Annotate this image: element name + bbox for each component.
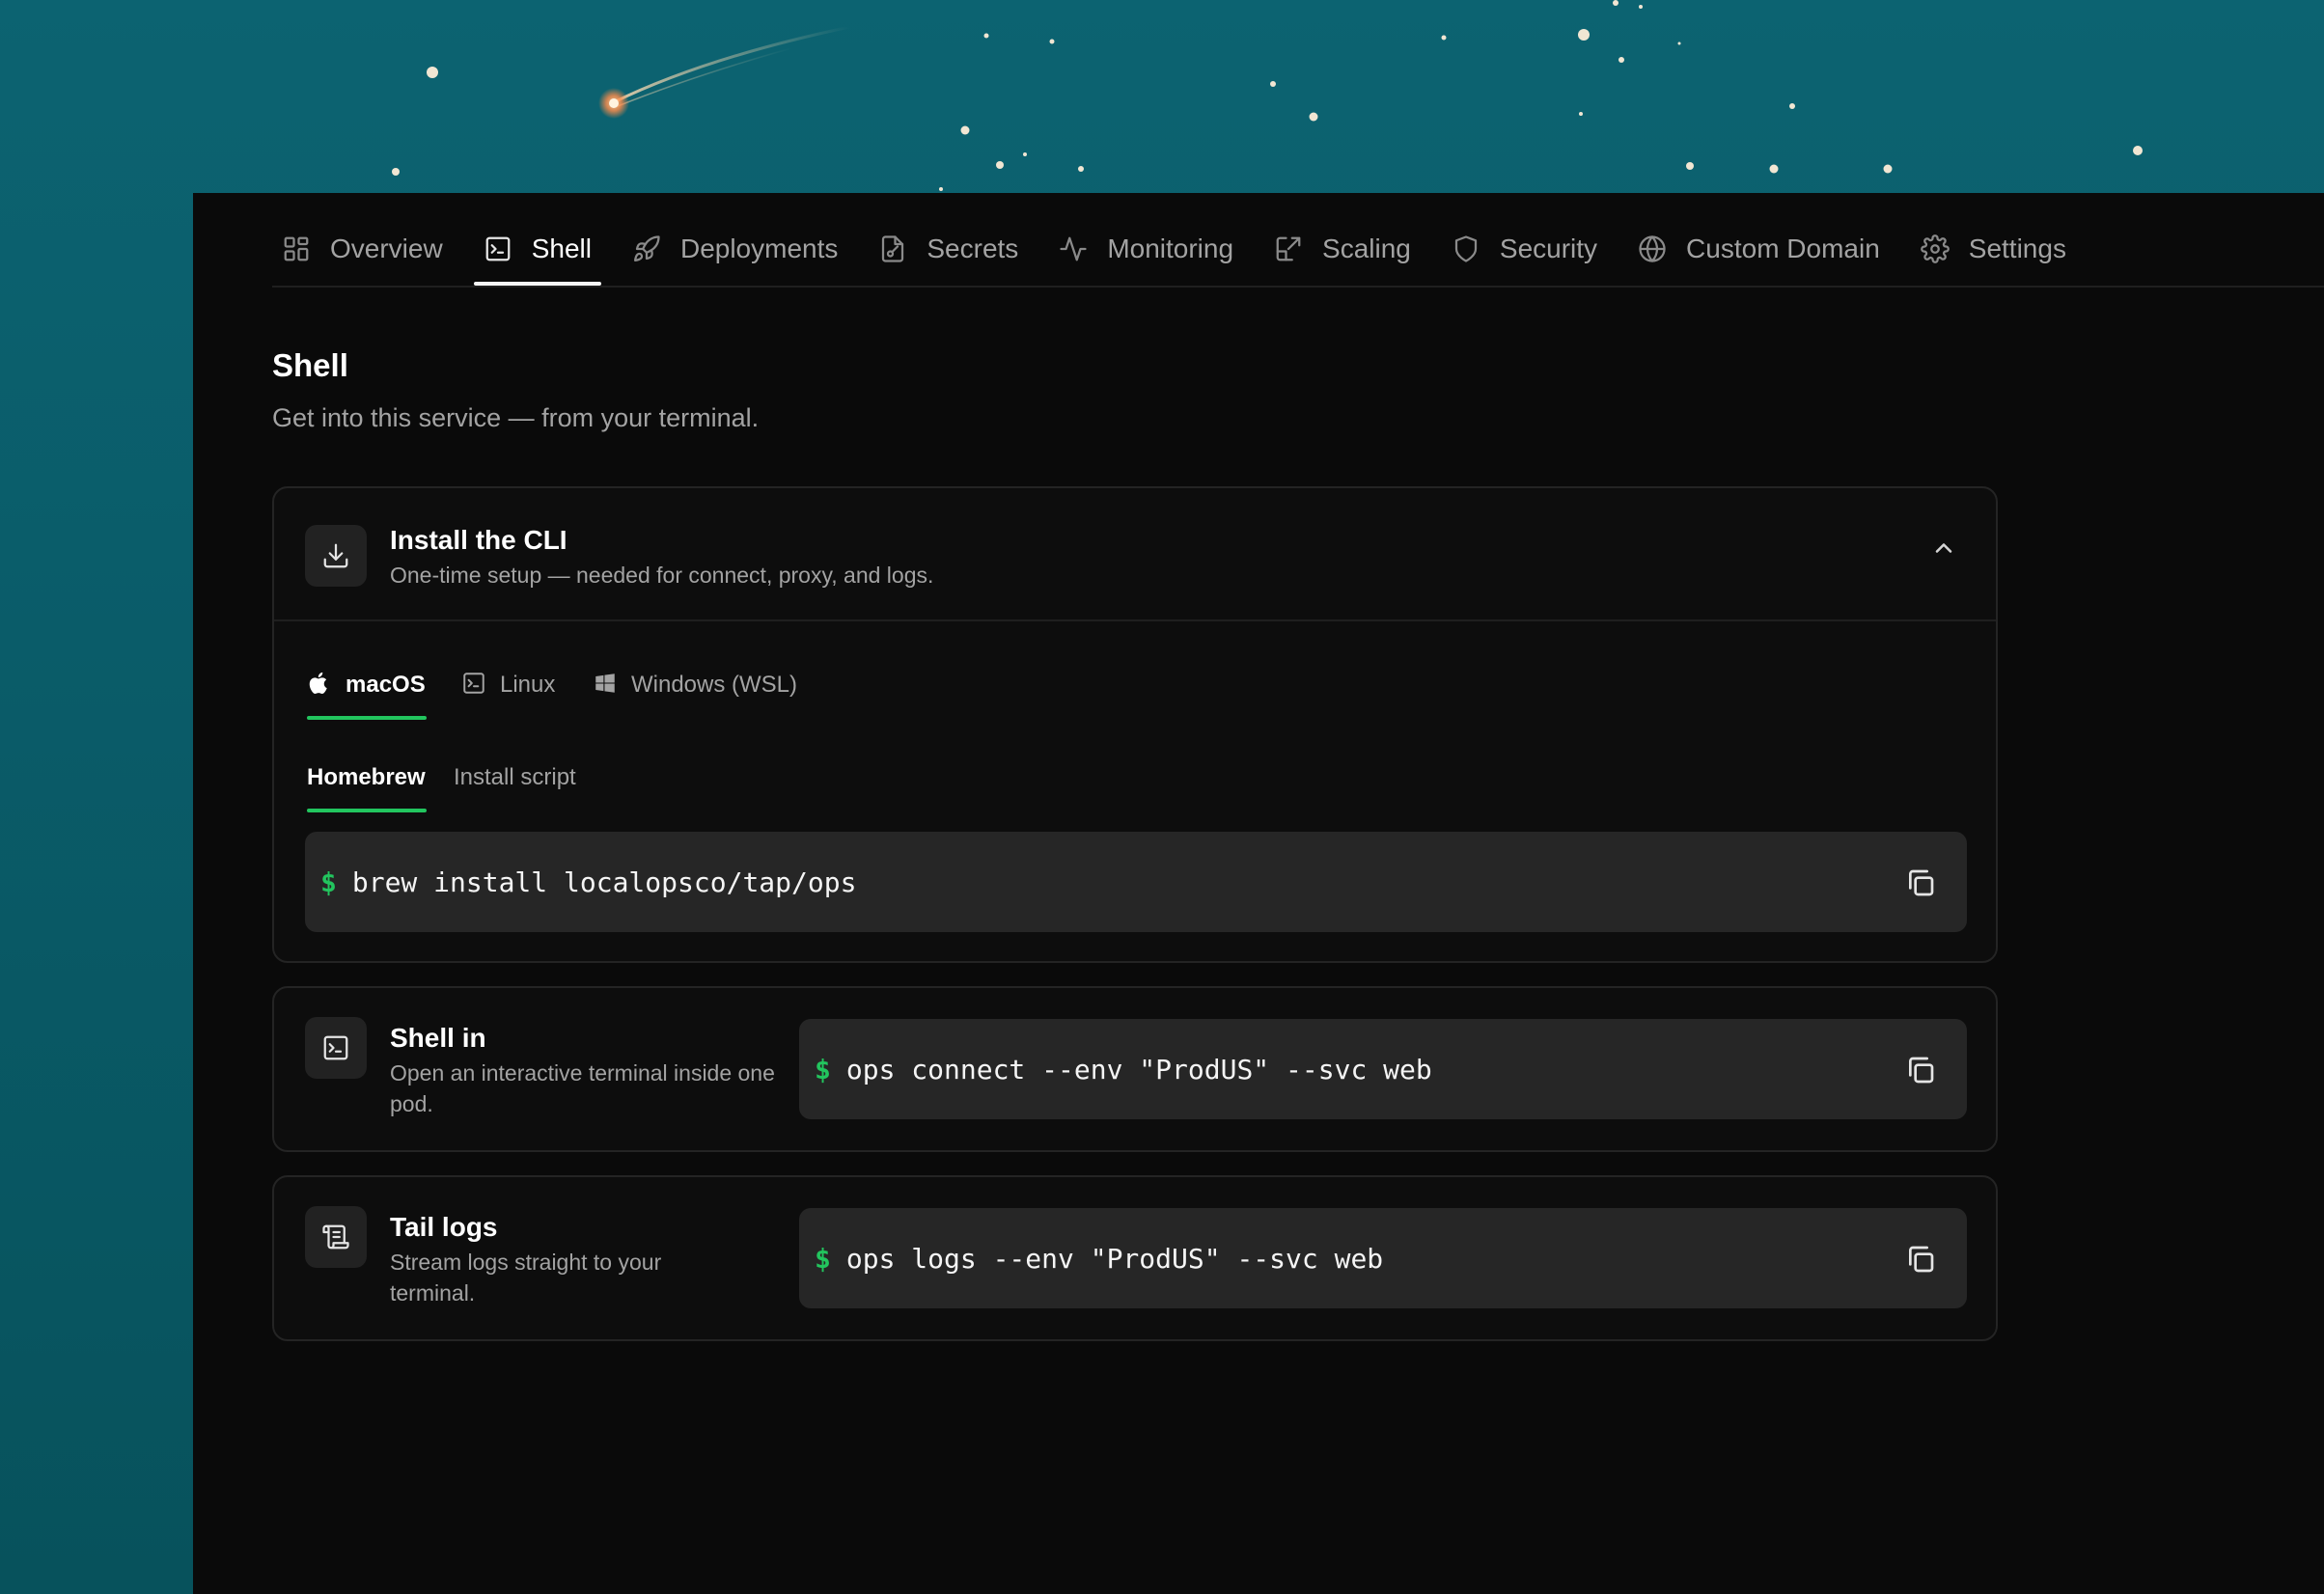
service-tabs: Overview Shell Deployments Secrets Monit… bbox=[272, 214, 2324, 288]
globe-icon bbox=[1639, 235, 1666, 262]
prompt-symbol: $ bbox=[815, 1242, 831, 1275]
tab-label: Scaling bbox=[1322, 234, 1411, 263]
install-icon-box bbox=[305, 525, 367, 587]
tab-label: Deployments bbox=[679, 234, 839, 263]
method-tab-label: Homebrew bbox=[307, 764, 426, 790]
tab-label: Security bbox=[1499, 234, 1598, 263]
copy-button[interactable] bbox=[1905, 867, 1936, 898]
terminal-icon bbox=[485, 236, 511, 261]
logs-icon-box bbox=[305, 1206, 367, 1268]
copy-icon bbox=[1909, 1246, 1934, 1273]
shell-in-title: Shell in bbox=[390, 1023, 486, 1053]
page-subtitle: Get into this service — from your termin… bbox=[272, 403, 760, 432]
tail-logs-description: Stream logs straight to your terminal. bbox=[390, 1250, 662, 1305]
shell-in-description: Open an interactive terminal inside one … bbox=[390, 1060, 775, 1116]
prompt-symbol: $ bbox=[815, 1053, 831, 1086]
tab-secrets[interactable]: Secrets bbox=[869, 214, 1028, 284]
method-tab-label: Install script bbox=[454, 764, 576, 790]
scale-icon bbox=[1276, 236, 1301, 261]
copy-button[interactable] bbox=[1905, 1055, 1936, 1086]
os-tab-label: macOS bbox=[346, 672, 426, 698]
tab-label: Monitoring bbox=[1107, 234, 1234, 263]
tab-custom-domain[interactable]: Custom Domain bbox=[1628, 214, 1890, 284]
download-icon bbox=[323, 543, 348, 568]
scroll-text-icon bbox=[322, 1224, 349, 1250]
os-tab-label: Linux bbox=[500, 672, 556, 698]
active-tab-indicator bbox=[307, 809, 427, 812]
chevron-up-icon[interactable] bbox=[1930, 535, 1957, 562]
tab-monitoring[interactable]: Monitoring bbox=[1049, 214, 1243, 284]
tail-logs-title: Tail logs bbox=[390, 1212, 498, 1242]
method-tab-homebrew[interactable]: Homebrew bbox=[307, 764, 427, 812]
method-tab-install-script[interactable]: Install script bbox=[454, 764, 576, 812]
prompt-symbol: $ bbox=[320, 866, 337, 898]
tail-logs-card: Tail logs Stream logs straight to your t… bbox=[272, 1175, 1998, 1341]
tab-security[interactable]: Security bbox=[1442, 214, 1607, 284]
tab-label: Custom Domain bbox=[1686, 234, 1880, 263]
apple-icon bbox=[309, 672, 327, 694]
install-command-block: $ brew install localopsco/tap/ops bbox=[305, 832, 1967, 932]
connect-command[interactable]: ops connect --env "ProdUS" --svc web bbox=[846, 1054, 1432, 1086]
copy-button[interactable] bbox=[1905, 1244, 1936, 1275]
tab-scaling[interactable]: Scaling bbox=[1264, 214, 1421, 284]
shell-in-card: Shell in Open an interactive terminal in… bbox=[272, 986, 1998, 1152]
connect-command-block: $ ops connect --env "ProdUS" --svc web bbox=[799, 1019, 1967, 1119]
rocket-icon bbox=[633, 235, 660, 261]
os-tab-linux[interactable]: Linux bbox=[461, 672, 555, 720]
tab-label: Settings bbox=[1968, 234, 2066, 263]
os-tab-label: Windows (WSL) bbox=[631, 672, 798, 698]
copy-icon bbox=[1909, 869, 1934, 896]
activity-icon bbox=[1060, 236, 1087, 261]
file-key-icon bbox=[882, 235, 904, 262]
active-tab-indicator bbox=[307, 716, 427, 720]
tab-label: Secrets bbox=[927, 234, 1019, 263]
os-tab-windows[interactable]: Windows (WSL) bbox=[593, 672, 797, 720]
tab-shell[interactable]: Shell bbox=[473, 214, 602, 286]
tab-label: Shell bbox=[531, 234, 592, 263]
tab-label: Overview bbox=[330, 234, 443, 263]
windows-icon bbox=[595, 673, 615, 693]
install-cli-title: Install the CLI bbox=[390, 525, 567, 555]
gear-icon bbox=[1920, 234, 1950, 263]
os-tab-macos[interactable]: macOS bbox=[307, 672, 427, 720]
terminal-icon bbox=[463, 673, 484, 694]
starry-background bbox=[392, 0, 2143, 191]
service-panel: Overview Shell Deployments Secrets Monit… bbox=[193, 193, 2324, 1594]
terminal-icon bbox=[323, 1035, 348, 1060]
shell-icon-box bbox=[305, 1017, 367, 1079]
page-title: Shell bbox=[272, 347, 348, 383]
grid-icon bbox=[284, 236, 309, 261]
install-cli-card: Install the CLI One-time setup — needed … bbox=[272, 486, 1998, 963]
install-command[interactable]: brew install localopsco/tap/ops bbox=[352, 866, 857, 898]
tab-settings[interactable]: Settings bbox=[1911, 214, 2076, 284]
install-cli-description: One-time setup — needed for connect, pro… bbox=[390, 563, 934, 588]
tab-deployments[interactable]: Deployments bbox=[622, 214, 847, 284]
logs-command-block: $ ops logs --env "ProdUS" --svc web bbox=[799, 1208, 1967, 1308]
divider bbox=[274, 619, 1996, 621]
tab-overview[interactable]: Overview bbox=[272, 214, 453, 284]
shield-icon bbox=[1454, 235, 1478, 262]
logs-command[interactable]: ops logs --env "ProdUS" --svc web bbox=[846, 1243, 1383, 1275]
copy-icon bbox=[1909, 1057, 1934, 1084]
